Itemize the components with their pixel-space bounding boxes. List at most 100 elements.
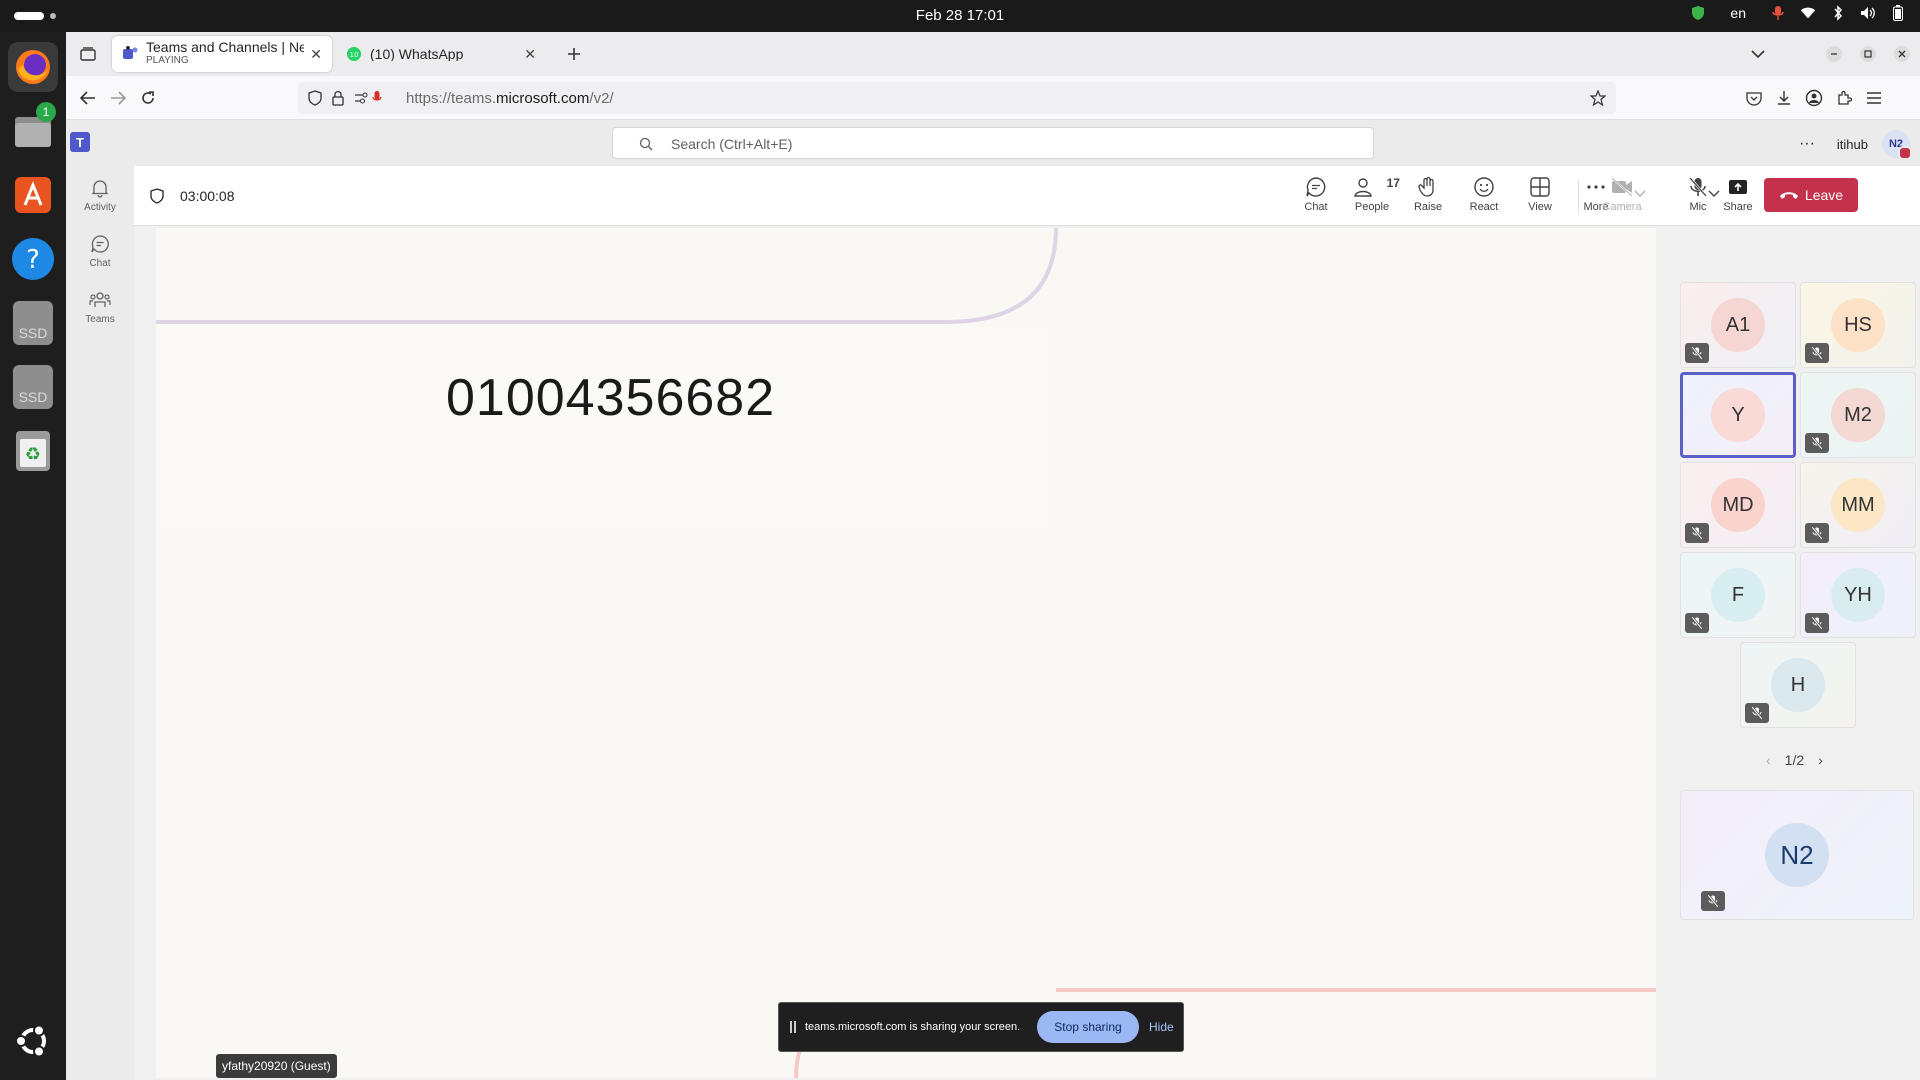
people-button[interactable]: 17 People (1344, 176, 1400, 213)
firefox-launcher[interactable] (8, 42, 58, 92)
close-tab-icon[interactable]: ✕ (524, 46, 536, 63)
chevron-down-icon (1751, 50, 1765, 59)
rail-item-teams[interactable]: Teams (66, 284, 134, 336)
tab-teams[interactable]: Teams and Channels | New PLAYING ✕ (112, 36, 332, 72)
participant-tile[interactable]: MD (1680, 462, 1796, 548)
react-button[interactable]: React (1456, 176, 1512, 213)
teams-icon (89, 292, 111, 307)
download-icon (1778, 91, 1790, 105)
battery-icon[interactable] (1890, 5, 1906, 21)
reload-button[interactable] (136, 86, 160, 110)
self-video-tile[interactable]: N2 (1680, 790, 1914, 920)
new-tab-button[interactable] (562, 42, 586, 66)
shared-decorative-shapes (156, 228, 1656, 1078)
rail-item-activity[interactable]: Activity (66, 172, 134, 224)
volume-icon[interactable] (1860, 5, 1876, 21)
account-icon (1805, 89, 1823, 107)
trash-launcher[interactable]: ♻ (8, 426, 58, 476)
help-launcher[interactable]: ? (8, 234, 58, 284)
drag-handle-icon[interactable] (790, 1021, 796, 1033)
org-name[interactable]: itihub (1837, 137, 1868, 152)
participant-tile[interactable]: M2 (1800, 372, 1916, 458)
participant-avatar: A1 (1711, 298, 1765, 352)
raise-hand-button[interactable]: Raise (1400, 176, 1456, 213)
search-box[interactable]: Search (Ctrl+Alt+E) (612, 127, 1374, 159)
url-domain: microsoft.com (496, 90, 590, 107)
camera-button-label: Camera (1602, 201, 1642, 213)
address-bar[interactable]: https://teams.microsoft.com/v2/ (298, 82, 1616, 114)
app-center-launcher[interactable] (8, 170, 58, 220)
chevron-left-icon[interactable]: ‹ (1766, 752, 1771, 768)
system-tray[interactable]: en (1690, 5, 1906, 21)
user-avatar[interactable]: N2 (1882, 130, 1912, 160)
camera-off-icon (1611, 177, 1633, 197)
files-launcher[interactable]: 1 (8, 102, 58, 156)
stop-sharing-button[interactable]: Stop sharing (1037, 1011, 1139, 1043)
camera-options-chevron-icon[interactable] (1634, 190, 1646, 198)
close-tab-icon[interactable]: ✕ (310, 46, 322, 63)
participant-tile[interactable]: F (1680, 552, 1796, 638)
raise-button-label: Raise (1413, 201, 1443, 213)
rail-item-chat[interactable]: Chat (66, 228, 134, 280)
view-button-label: View (1528, 201, 1552, 213)
muted-mic-icon (1701, 891, 1725, 911)
participant-tile[interactable]: MM (1800, 462, 1916, 548)
url-text[interactable]: https://teams.microsoft.com/v2/ (406, 90, 614, 107)
ubuntu-dock: 1 ? SSD SSD ♻ (0, 32, 66, 1080)
teams-app: T Search (Ctrl+Alt+E) ··· itihub N2 Acti… (66, 120, 1920, 1080)
chevron-right-icon[interactable]: › (1818, 752, 1823, 768)
list-all-tabs-button[interactable] (1746, 42, 1770, 66)
rail-label-chat: Chat (89, 258, 111, 269)
maximize-button[interactable] (1856, 42, 1880, 66)
shield-icon[interactable] (1690, 5, 1706, 21)
language-indicator[interactable]: en (1730, 5, 1746, 21)
teams-logo-icon[interactable]: T (70, 132, 90, 152)
app-menu-button[interactable] (1862, 86, 1886, 110)
ssd-drive-2[interactable]: SSD (8, 362, 58, 412)
meeting-stage: 03:00:08 Chat 17 People Raise React View… (134, 166, 1920, 1080)
minimize-button[interactable] (1822, 42, 1846, 66)
participant-tile[interactable]: HS (1800, 282, 1916, 368)
microphone-icon[interactable] (1770, 5, 1786, 21)
participant-tile[interactable]: A1 (1680, 282, 1796, 368)
show-apps-button[interactable] (8, 1016, 58, 1066)
teams-header: T Search (Ctrl+Alt+E) ··· itihub N2 (66, 120, 1920, 166)
forward-button[interactable] (106, 86, 130, 110)
lock-icon[interactable] (332, 90, 344, 106)
bookmark-star-icon[interactable] (1590, 90, 1606, 106)
bluetooth-icon[interactable] (1830, 5, 1846, 21)
extensions-button[interactable] (1832, 86, 1856, 110)
tab-list-icon (80, 47, 96, 61)
microphone-in-use-icon[interactable] (372, 90, 382, 106)
downloads-button[interactable] (1772, 86, 1796, 110)
ssd-drive-1[interactable]: SSD (8, 298, 58, 348)
view-button[interactable]: View (1512, 176, 1568, 213)
tab-overview-button[interactable] (76, 42, 100, 66)
grid-view-icon (1530, 177, 1550, 197)
wifi-icon[interactable] (1800, 5, 1816, 21)
muted-mic-icon (1745, 703, 1769, 723)
permissions-icon[interactable] (354, 91, 368, 105)
meeting-shield-icon[interactable] (150, 188, 164, 204)
back-button[interactable] (76, 86, 100, 110)
tracking-shield-icon[interactable] (308, 90, 322, 106)
participant-tile[interactable]: H (1740, 642, 1856, 728)
shared-screen-content[interactable]: 01004356682 (156, 228, 1656, 1078)
whatsapp-favicon-icon: 10 (347, 47, 361, 61)
ssd-label-2: SSD (13, 365, 53, 409)
pocket-button[interactable] (1742, 86, 1766, 110)
muted-mic-icon (1685, 523, 1709, 543)
hide-sharing-bar-button[interactable]: Hide (1149, 1020, 1174, 1034)
chat-button[interactable]: Chat (1288, 176, 1344, 213)
account-button[interactable] (1802, 86, 1826, 110)
more-options-icon[interactable]: ··· (1799, 135, 1815, 153)
participant-tile-active-speaker[interactable]: Y (1680, 372, 1796, 458)
participant-avatar: M2 (1831, 388, 1885, 442)
people-icon (1354, 178, 1373, 197)
participant-tile[interactable]: YH (1800, 552, 1916, 638)
tab-whatsapp[interactable]: 10 (10) WhatsApp ✕ (336, 36, 546, 72)
close-window-button[interactable] (1890, 42, 1914, 66)
system-clock[interactable]: Feb 28 17:01 (0, 7, 1920, 24)
participant-avatar: F (1711, 568, 1765, 622)
close-icon (1894, 46, 1910, 62)
